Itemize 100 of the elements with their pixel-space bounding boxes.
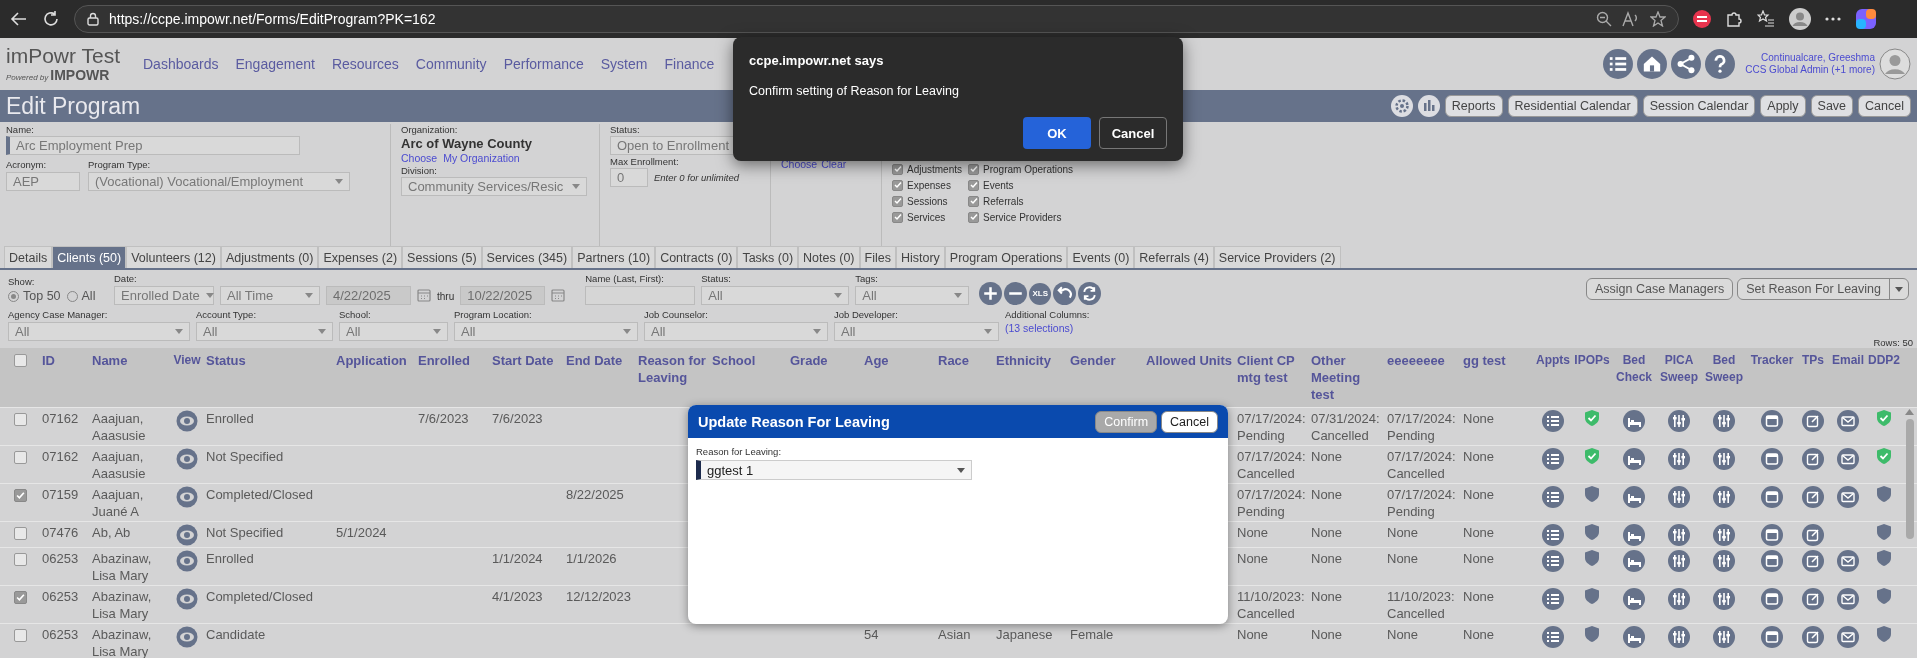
bed-icon[interactable] [1623,524,1645,546]
checkbox[interactable] [968,163,980,175]
refresh-icon[interactable] [42,10,60,28]
nav-link[interactable]: Dashboards [143,56,219,72]
checkbox[interactable] [892,179,903,191]
tab[interactable]: Clients (50) [52,246,127,268]
help-icon[interactable] [1705,49,1736,79]
shield-icon[interactable] [1877,486,1891,502]
view-icon[interactable] [176,486,198,508]
more-icon[interactable] [1825,17,1841,21]
max-enrollment-field[interactable]: 0 [610,168,648,187]
tab[interactable]: Adjustments (0) [220,246,319,268]
sliders-icon[interactable] [1713,524,1735,546]
tab[interactable]: Services (345) [481,246,573,268]
view-icon[interactable] [176,410,198,432]
program-type-select[interactable]: (Vocational) Vocational/Employment [88,172,350,191]
tab[interactable]: Volunteers (12) [126,246,221,268]
bed-icon[interactable] [1623,588,1645,610]
shield-check-icon[interactable] [1877,410,1891,426]
shield-icon[interactable] [1877,524,1891,540]
link[interactable]: My Organization [443,152,520,164]
view-icon[interactable] [176,626,198,648]
toolbar-button[interactable]: Residential Calendar [1507,95,1638,117]
app-logo[interactable]: imPowr Test Powered by IMPOWR [6,45,134,83]
filter-select[interactable]: All [834,322,999,341]
list-icon[interactable] [1542,486,1564,508]
nav-link[interactable]: Performance [503,56,584,72]
calendar-icon[interactable] [1761,448,1783,470]
toolbar-button[interactable]: Reports [1444,95,1503,117]
checkbox[interactable] [892,195,903,207]
bed-icon[interactable] [1623,410,1645,432]
select-all-checkbox[interactable] [13,354,27,367]
export-excel-button[interactable]: XLS [1029,282,1052,305]
remove-icon[interactable] [1004,282,1028,305]
checkbox[interactable] [968,179,980,191]
sliders-icon[interactable] [1713,410,1735,432]
acronym-field[interactable]: AEP [6,172,80,191]
undo-icon[interactable] [1053,282,1077,305]
calendar-icon[interactable] [1761,588,1783,610]
edit-icon[interactable] [1802,626,1824,648]
nav-link[interactable]: System [600,56,648,72]
bar-chart-icon[interactable] [1417,95,1440,117]
mail-icon[interactable] [1837,550,1859,572]
filter-select[interactable]: All [196,322,333,341]
shield-icon[interactable] [1585,626,1599,642]
sliders-icon[interactable] [1668,524,1690,546]
extension-icon[interactable] [1693,10,1711,28]
link[interactable]: Choose [401,152,438,164]
date-range-select[interactable]: All Time [220,286,320,305]
tab[interactable]: Contracts (0) [655,246,738,268]
ok-button[interactable]: OK [1023,117,1091,149]
filter-select[interactable]: All [454,322,638,341]
toolbar-button[interactable]: Apply [1760,95,1806,117]
cancel-button[interactable]: Cancel [1161,410,1218,433]
sliders-icon[interactable] [1668,448,1690,470]
bed-icon[interactable] [1623,486,1645,508]
list-icon[interactable] [1542,626,1564,648]
shield-icon[interactable] [1585,550,1599,566]
address-bar[interactable]: https://ccpe.impowr.net/Forms/EditProgram?PK=162 [74,5,1679,33]
toolbar-button[interactable]: Session Calendar [1642,95,1756,117]
tags-select[interactable]: All [855,286,970,305]
bed-icon[interactable] [1623,626,1645,648]
zoom-out-icon[interactable] [1596,11,1612,27]
shield-icon[interactable] [1585,524,1599,540]
row-checkbox[interactable] [13,489,27,502]
shield-icon[interactable] [1585,486,1599,502]
tab[interactable]: Files [859,246,896,268]
calendar-icon[interactable] [1761,486,1783,508]
puzzle-icon[interactable] [1725,10,1743,28]
bed-icon[interactable] [1623,550,1645,572]
tab[interactable]: Referrals (4) [1134,246,1214,268]
sliders-icon[interactable] [1713,550,1735,572]
user-role[interactable]: CCS Global Admin (+1 more) [1745,64,1875,76]
tab[interactable]: Tasks (0) [737,246,799,268]
set-reason-split-button[interactable]: Set Reason For Leaving [1737,278,1909,300]
checkbox[interactable] [968,211,980,223]
mail-icon[interactable] [1837,588,1859,610]
view-icon[interactable] [176,448,198,470]
tab[interactable]: Expenses (2) [318,246,403,268]
add-icon[interactable] [979,282,1003,305]
reason-select[interactable]: ggtest 1 [696,460,972,480]
nav-link[interactable]: Resources [331,56,399,72]
calendar-icon[interactable] [1761,524,1783,546]
shield-icon[interactable] [1877,626,1891,642]
calendar-icon[interactable] [1761,626,1783,648]
tab[interactable]: Notes (0) [798,246,860,268]
list-icon[interactable] [1542,524,1564,546]
nav-link[interactable]: Finance [664,56,715,72]
star-icon[interactable] [1650,11,1666,27]
edit-icon[interactable] [1802,486,1824,508]
checkbox[interactable] [892,163,903,175]
edit-icon[interactable] [1802,588,1824,610]
tab[interactable]: Service Providers (2) [1213,246,1341,268]
row-checkbox[interactable] [13,591,27,604]
list-icon[interactable] [1542,410,1564,432]
edit-icon[interactable] [1802,448,1824,470]
tab[interactable]: Details [4,246,53,268]
filter-select[interactable]: All [339,322,448,341]
caret-icon[interactable] [957,467,965,473]
row-checkbox[interactable] [13,629,27,642]
